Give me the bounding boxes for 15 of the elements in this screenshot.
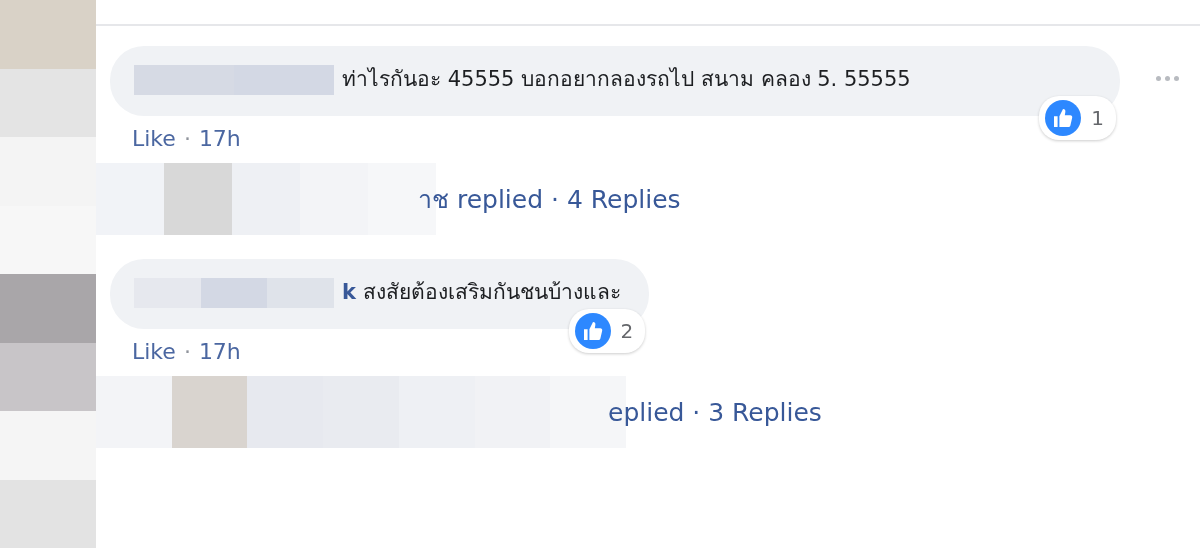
like-icon <box>1045 100 1082 136</box>
more-options-icon[interactable] <box>1156 75 1179 81</box>
comment-text: ท่าไรกันอะ 45555 บอกอยากลองรถไป สนาม คลอง 5. 55555 <box>342 67 911 91</box>
comment-time[interactable]: 17h <box>198 339 241 364</box>
separator-dot: · <box>183 339 191 364</box>
replies-link[interactable]: eplied · 3 Replies <box>608 397 822 427</box>
separator-dot: · <box>183 126 191 151</box>
like-link[interactable]: Like <box>132 339 176 364</box>
comment-time[interactable]: 17h <box>198 126 241 151</box>
like-link[interactable]: Like <box>132 126 176 151</box>
comment-text: k สงสัยต้องเสริมกันชนบ้างและ <box>342 280 622 304</box>
replies-link[interactable]: าช replied · 4 Replies <box>418 179 681 219</box>
like-icon <box>574 313 611 349</box>
reaction-count: 1 <box>1039 96 1116 140</box>
reaction-count: 2 <box>568 309 646 353</box>
